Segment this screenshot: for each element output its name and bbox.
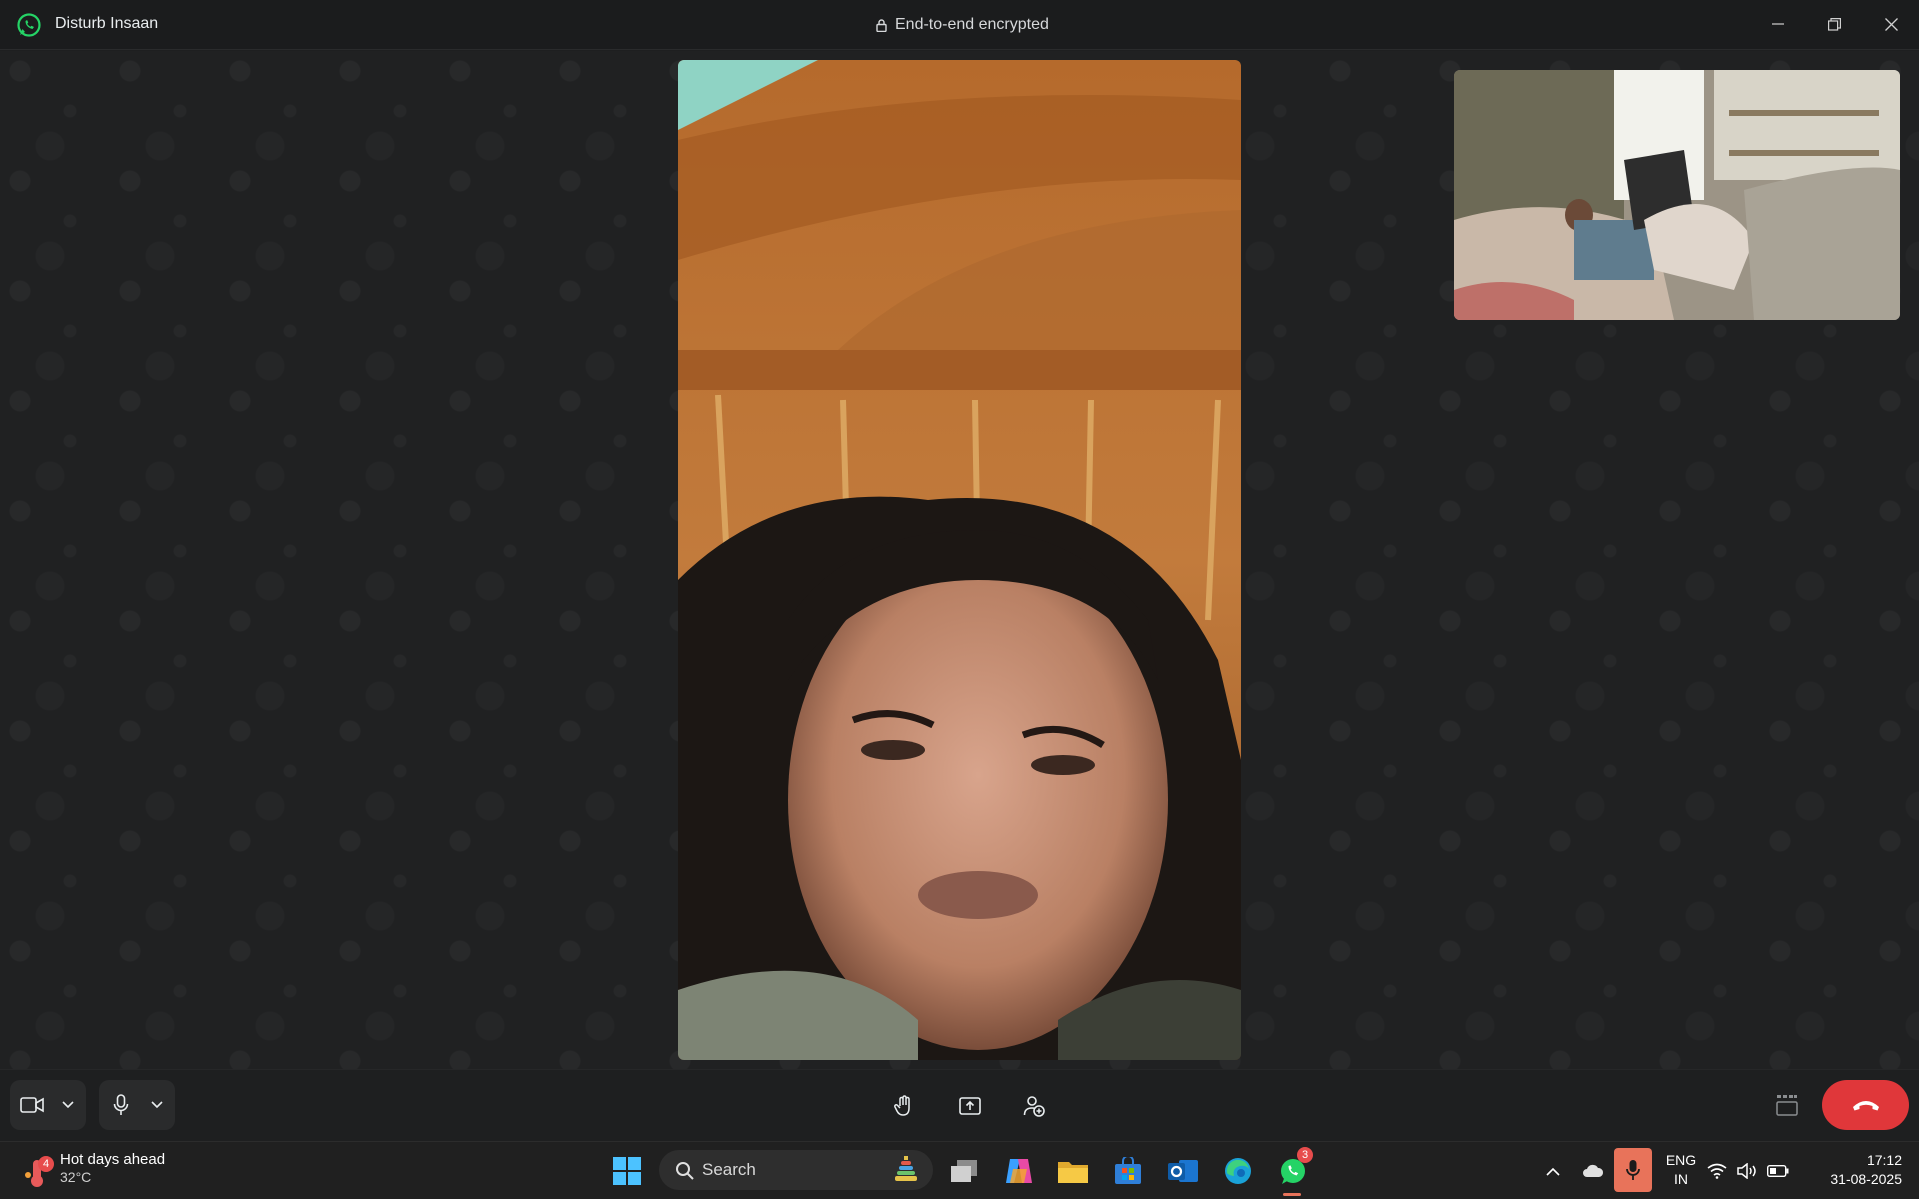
copilot-icon [1006, 1159, 1032, 1183]
clock[interactable]: 17:12 31-08-2025 [1812, 1151, 1902, 1189]
title-bar: Disturb Insaan End-to-end encrypted [0, 0, 1919, 50]
search-highlight-icon [895, 1156, 917, 1181]
share-screen-button[interactable] [952, 1088, 988, 1124]
microsoft-store-button[interactable] [1108, 1151, 1148, 1191]
whatsapp-unread-badge: 3 [1297, 1147, 1313, 1163]
clock-time: 17:12 [1866, 1152, 1902, 1168]
layout-button[interactable] [1769, 1087, 1805, 1123]
call-controls [0, 1069, 1919, 1141]
minimize-icon [1772, 23, 1784, 25]
end-call-icon [1852, 1101, 1879, 1111]
copilot-button[interactable] [999, 1151, 1039, 1191]
task-view-icon [951, 1160, 977, 1182]
language-code: ENG [1665, 1152, 1697, 1168]
contact-name: Disturb Insaan [55, 15, 159, 32]
weather-badge: 4 [38, 1156, 54, 1172]
video-camera-icon [20, 1097, 44, 1113]
volume-icon [1737, 1163, 1756, 1179]
mic-control [99, 1080, 175, 1130]
weather-temperature: 32°C [60, 1169, 92, 1185]
add-participant-button[interactable] [1016, 1088, 1052, 1124]
search-icon [676, 1161, 694, 1180]
mic-in-use-indicator[interactable] [1614, 1148, 1652, 1192]
raise-hand-button[interactable] [886, 1088, 922, 1124]
encryption-status: End-to-end encrypted [876, 16, 1049, 34]
onedrive-button[interactable] [1574, 1151, 1612, 1191]
weather-headline: Hot days ahead [60, 1151, 166, 1168]
chevron-down-icon [151, 1101, 163, 1109]
outlook-icon [1168, 1160, 1198, 1182]
windows-start-icon [613, 1157, 641, 1185]
quick-settings-button[interactable] [1706, 1151, 1790, 1191]
chevron-up-icon [1546, 1167, 1560, 1176]
weather-widget[interactable]: 4 Hot days ahead 32°C [22, 1150, 165, 1190]
file-explorer-button[interactable] [1053, 1151, 1093, 1191]
edge-icon [1225, 1158, 1251, 1184]
minimize-button[interactable] [1760, 8, 1796, 40]
close-icon [1884, 17, 1898, 31]
start-button[interactable] [607, 1151, 647, 1191]
show-hidden-icons-button[interactable] [1534, 1151, 1572, 1191]
mic-options-button[interactable] [143, 1080, 171, 1130]
encryption-label: End-to-end encrypted [895, 16, 1049, 33]
edge-button[interactable] [1218, 1151, 1258, 1191]
whatsapp-logo-icon [17, 13, 41, 37]
restore-button[interactable] [1816, 8, 1852, 40]
layout-grid-icon [1776, 1095, 1798, 1116]
camera-options-button[interactable] [54, 1080, 82, 1130]
task-view-button[interactable] [944, 1151, 984, 1191]
lock-icon [876, 18, 887, 32]
end-call-button[interactable] [1822, 1080, 1909, 1130]
taskbar-search[interactable]: Search [659, 1150, 933, 1190]
restore-icon [1827, 17, 1841, 31]
remote-video-frame [678, 60, 1241, 1060]
file-explorer-icon [1058, 1162, 1088, 1183]
microphone-icon [113, 1094, 129, 1115]
raise-hand-icon [894, 1095, 910, 1116]
mic-toggle-button[interactable] [99, 1080, 143, 1130]
self-view-video [1454, 70, 1900, 320]
active-app-indicator [1283, 1193, 1301, 1196]
add-person-icon [1023, 1096, 1045, 1117]
region-code: IN [1674, 1171, 1688, 1187]
whatsapp-taskbar-button[interactable]: 3 [1273, 1147, 1313, 1191]
close-button[interactable] [1873, 8, 1909, 40]
cloud-icon [1583, 1164, 1604, 1177]
thermometer-icon: 4 [22, 1150, 54, 1190]
outlook-button[interactable] [1163, 1151, 1203, 1191]
search-label: Search [702, 1160, 756, 1179]
self-view-frame [1454, 70, 1900, 320]
camera-control [10, 1080, 86, 1130]
battery-icon [1767, 1165, 1789, 1177]
share-screen-icon [959, 1097, 981, 1115]
remote-video [678, 60, 1241, 1060]
windows-taskbar: 4 Hot days ahead 32°C Search 3 ENG IN 17… [0, 1141, 1919, 1199]
wifi-icon [1707, 1163, 1727, 1179]
clock-date: 31-08-2025 [1830, 1171, 1902, 1187]
call-area [0, 51, 1919, 1069]
microphone-icon [1626, 1160, 1640, 1180]
camera-toggle-button[interactable] [10, 1080, 54, 1130]
input-language-indicator[interactable]: ENG IN [1662, 1151, 1700, 1189]
chevron-down-icon [62, 1101, 74, 1109]
microsoft-store-icon [1115, 1157, 1141, 1184]
